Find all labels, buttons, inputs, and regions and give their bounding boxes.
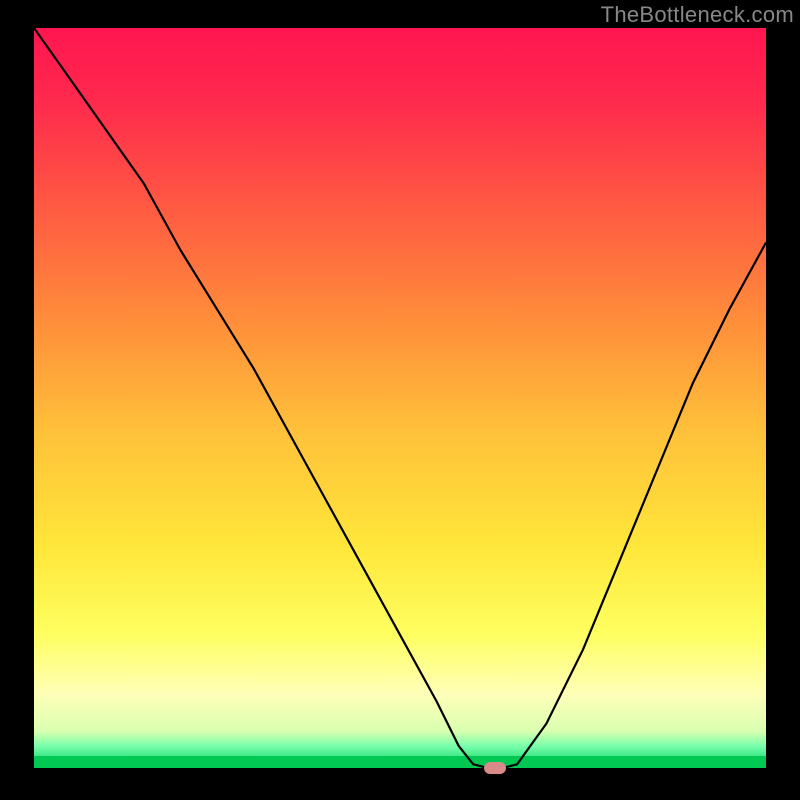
bottleneck-curve — [34, 28, 766, 768]
plot-area — [34, 28, 766, 768]
optimal-marker — [484, 762, 506, 774]
watermark-text: TheBottleneck.com — [601, 2, 794, 28]
chart-container: TheBottleneck.com — [0, 0, 800, 800]
